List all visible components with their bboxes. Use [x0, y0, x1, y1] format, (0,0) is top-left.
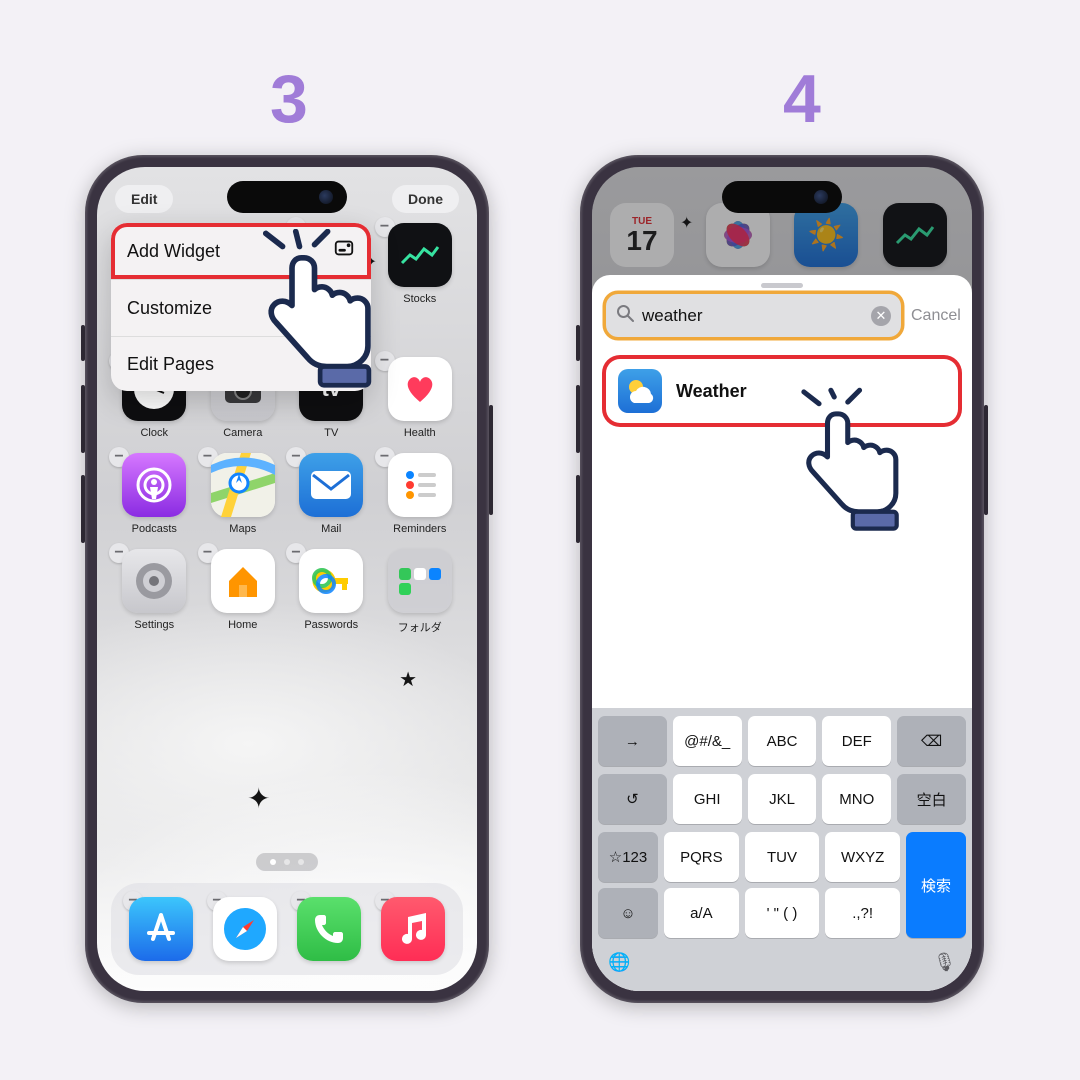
key-quotes[interactable]: ' " ( ) — [745, 888, 820, 938]
key-emoji[interactable]: ☺ — [598, 888, 658, 938]
clear-icon[interactable]: ✕ — [871, 306, 891, 326]
edit-pages-label: Edit Pages — [127, 354, 214, 375]
settings-label: Settings — [134, 619, 174, 631]
tv-label: TV — [324, 427, 338, 439]
mail-label: Mail — [321, 523, 341, 535]
maps-label: Maps — [229, 523, 256, 535]
keyboard: → @#/&_ ABC DEF ⌫ ↺ GHI JKL MNO 空白 ☆123 … — [592, 708, 972, 991]
key-123[interactable]: ☆123 — [598, 832, 658, 882]
music-app-icon[interactable] — [381, 897, 445, 961]
folder-icon[interactable] — [388, 549, 452, 613]
key-jkl[interactable]: JKL — [748, 774, 817, 824]
maps-app-icon[interactable] — [211, 453, 275, 517]
edit-button[interactable]: Edit — [115, 185, 173, 213]
key-mno[interactable]: MNO — [822, 774, 891, 824]
screen-4: TUE 17 ☀️ — [592, 167, 972, 991]
reminders-app-icon[interactable] — [388, 453, 452, 517]
passwords-label: Passwords — [304, 619, 358, 631]
search-result-weather[interactable]: Weather — [606, 359, 958, 423]
podcasts-app-icon[interactable] — [122, 453, 186, 517]
podcasts-label: Podcasts — [132, 523, 177, 535]
phone-frame-4: TUE 17 ☀️ — [580, 155, 984, 1003]
reminders-label: Reminders — [393, 523, 446, 535]
search-result-label: Weather — [676, 381, 747, 402]
home-grid: − Clock − Camera − tv TV − Healt — [97, 357, 477, 635]
camera-label: Camera — [223, 427, 262, 439]
key-pqrs[interactable]: PQRS — [664, 832, 739, 882]
weather-result-icon — [618, 369, 662, 413]
key-def[interactable]: DEF — [822, 716, 891, 766]
customize-icon — [335, 294, 355, 322]
home-app-icon[interactable] — [211, 549, 275, 613]
mic-icon[interactable]: 🎙 — [933, 952, 956, 973]
dock: − − − − — [111, 883, 463, 975]
search-input[interactable] — [642, 306, 863, 326]
search-icon — [616, 304, 634, 327]
step-number-3: 3 — [270, 60, 308, 138]
search-field[interactable]: ✕ — [606, 294, 901, 337]
widget-search-sheet: ✕ Cancel Weather → @#/&_ ABC DEF ⌫ — [592, 275, 972, 991]
key-abc[interactable]: ABC — [748, 716, 817, 766]
context-menu: Add Widget Customize Edit Pages — [111, 223, 371, 391]
add-widget-item[interactable]: Add Widget — [111, 223, 371, 280]
key-wxyz[interactable]: WXYZ — [825, 832, 900, 882]
key-undo[interactable]: ↺ — [598, 774, 667, 824]
key-symbols[interactable]: @#/&_ — [673, 716, 742, 766]
health-app-icon[interactable] — [388, 357, 452, 421]
passwords-app-icon[interactable] — [299, 549, 363, 613]
home-label: Home — [228, 619, 257, 631]
key-next[interactable]: → — [598, 716, 667, 766]
page-indicator[interactable] — [256, 853, 318, 871]
key-search[interactable]: 検索 — [906, 832, 966, 938]
health-label: Health — [404, 427, 436, 439]
add-widget-label: Add Widget — [127, 241, 220, 262]
key-case[interactable]: a/A — [664, 888, 739, 938]
settings-app-icon[interactable] — [122, 549, 186, 613]
widget-icon — [333, 237, 355, 265]
key-tuv[interactable]: TUV — [745, 832, 820, 882]
phone-app-icon[interactable] — [297, 897, 361, 961]
phone-frame-3: Edit Done − ☀️ Weather − Stocks Add Widg… — [85, 155, 489, 1003]
stocks-label: Stocks — [403, 293, 436, 305]
dynamic-island — [722, 181, 842, 213]
dynamic-island — [227, 181, 347, 213]
key-ghi[interactable]: GHI — [673, 774, 742, 824]
customize-label: Customize — [127, 298, 212, 319]
stocks-app-icon[interactable] — [388, 223, 452, 287]
step-number-4: 4 — [783, 60, 821, 138]
mail-app-icon[interactable] — [299, 453, 363, 517]
key-punct[interactable]: .,?! — [825, 888, 900, 938]
key-backspace[interactable]: ⌫ — [897, 716, 966, 766]
appstore-app-icon[interactable] — [129, 897, 193, 961]
safari-app-icon[interactable] — [213, 897, 277, 961]
sparkle-icon: ✦ — [247, 782, 270, 815]
clock-label: Clock — [140, 427, 168, 439]
sheet-grabber[interactable] — [761, 283, 803, 288]
cancel-button[interactable]: Cancel — [911, 307, 961, 325]
key-space[interactable]: 空白 — [897, 774, 966, 824]
edit-pages-item[interactable]: Edit Pages — [111, 337, 371, 391]
screen-3: Edit Done − ☀️ Weather − Stocks Add Widg… — [97, 167, 477, 991]
done-button[interactable]: Done — [392, 185, 459, 213]
sparkle-icon: ★ — [399, 667, 417, 692]
customize-item[interactable]: Customize — [111, 280, 371, 337]
folder-label: フォルダ — [398, 619, 442, 635]
edit-pages-icon — [333, 351, 355, 377]
globe-icon[interactable]: 🌐 — [608, 952, 630, 973]
